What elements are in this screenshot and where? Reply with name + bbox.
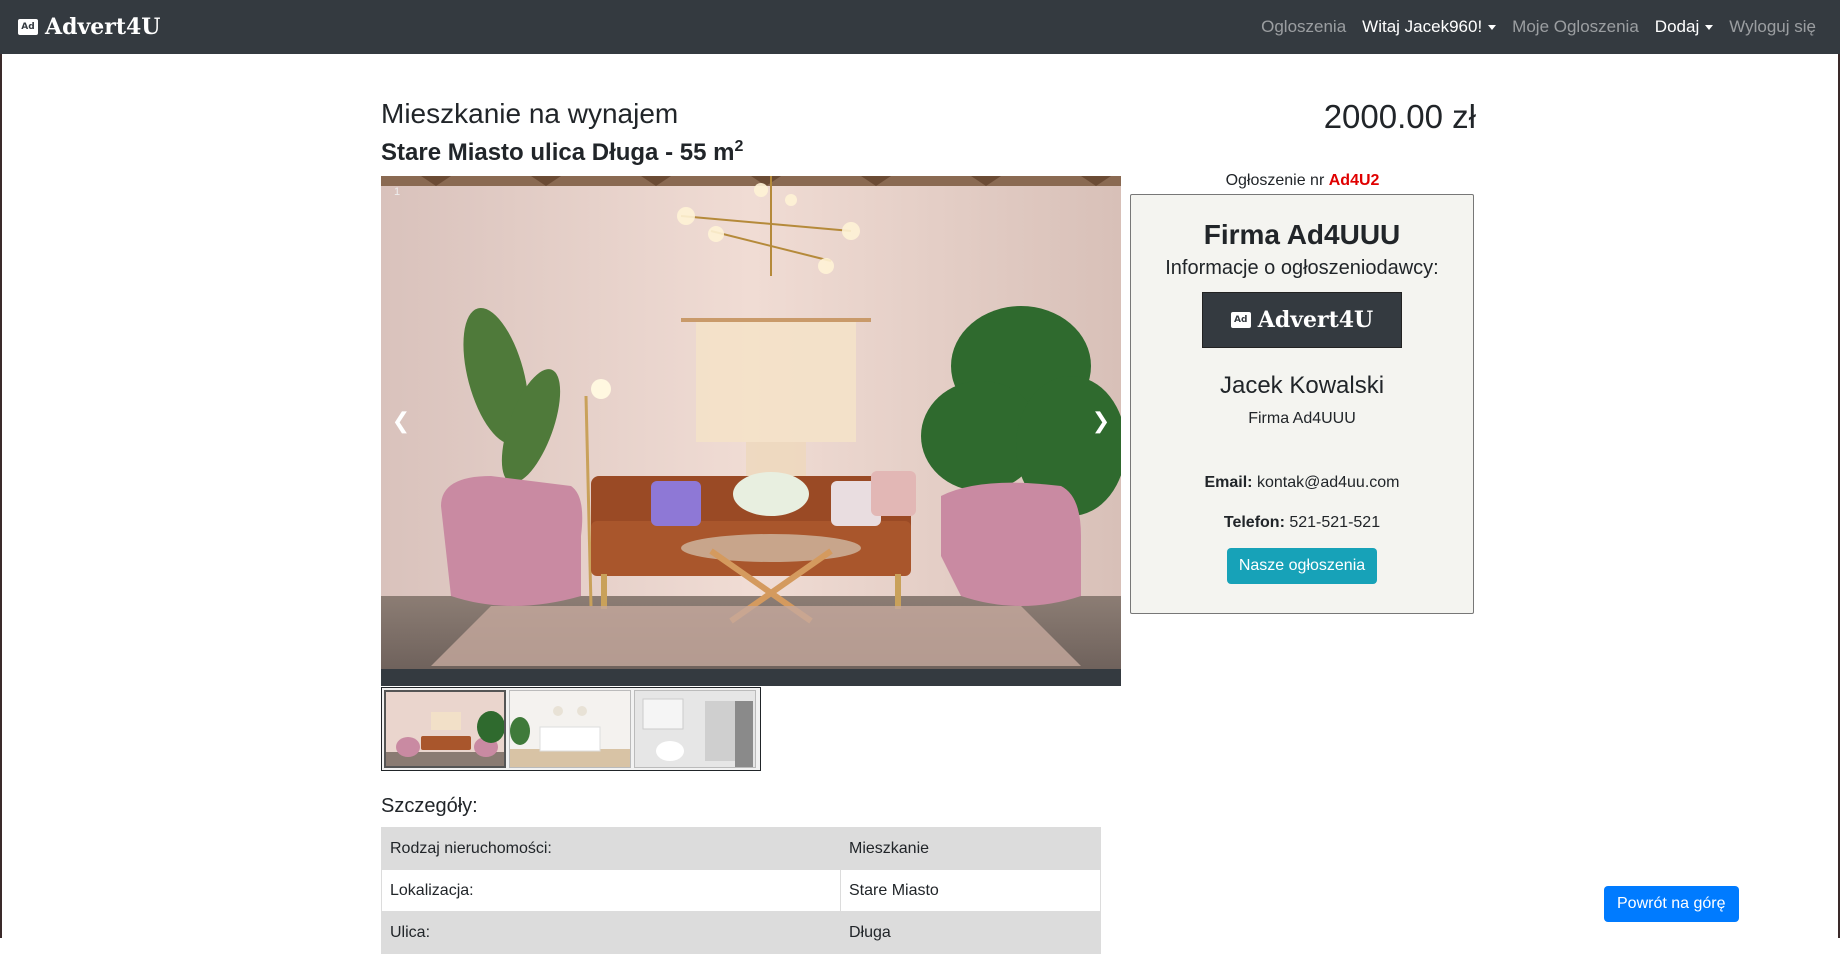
- detail-label: Lokalizacja:: [381, 869, 841, 912]
- advertiser-logo: Ad Advert4U: [1202, 292, 1402, 348]
- table-row: Lokalizacja: Stare Miasto: [381, 869, 1101, 912]
- details-title: Szczegóły:: [381, 795, 478, 817]
- email-label: Email:: [1204, 474, 1253, 491]
- brand-logo[interactable]: Ad Advert4U: [18, 14, 160, 40]
- detail-value: Stare Miasto: [840, 869, 1101, 912]
- thumbnail-kitchen[interactable]: [509, 690, 631, 768]
- thumbnail-living-room-image: [386, 692, 504, 766]
- area-unit-superscript: 2: [734, 138, 744, 155]
- ad-icon: Ad: [1230, 312, 1251, 328]
- details-table: Rodzaj nieruchomości: Mieszkanie Lokaliz…: [381, 827, 1101, 954]
- advertiser-card: Firma Ad4UUU Informacje o ogłoszeniodawc…: [1130, 194, 1474, 614]
- our-listings-button[interactable]: Nasze ogłoszenia: [1226, 548, 1378, 584]
- advertiser-email: Email: kontak@ad4uu.com: [1131, 474, 1473, 492]
- advertiser-info-label: Informacje o ogłoszeniodawcy:: [1165, 257, 1439, 279]
- carousel-next-button[interactable]: ❯: [1081, 381, 1121, 461]
- table-row: Ulica: Długa: [381, 911, 1101, 954]
- ad-number-label: Ogłoszenie nr: [1225, 172, 1325, 189]
- thumbnail-strip: [381, 687, 761, 771]
- thumbnail-bathroom[interactable]: [634, 690, 756, 768]
- advertiser-phone: Telefon: 521-521-521: [1131, 514, 1473, 532]
- slide-number: 1: [394, 186, 401, 198]
- nav-logout[interactable]: Wyloguj się: [1729, 17, 1816, 37]
- brand-name: Advert4U: [45, 14, 161, 40]
- ad-number-value: Ad4U2: [1328, 172, 1380, 189]
- nav-user-label: Witaj Jacek960!: [1362, 17, 1483, 36]
- nav-my-listings[interactable]: Moje Ogloszenia: [1512, 17, 1639, 37]
- advertiser-company: Firma Ad4UUU: [1203, 219, 1401, 250]
- navbar: Ad Advert4U Ogloszenia Witaj Jacek960! M…: [0, 0, 1840, 54]
- chevron-left-icon: ❮: [391, 408, 411, 433]
- caret-down-icon: [1488, 25, 1497, 31]
- chevron-right-icon: ❯: [1091, 408, 1111, 433]
- listing-title: Mieszkanie na wynajem: [381, 98, 679, 129]
- listing-price: 2000.00 zł: [1323, 98, 1476, 135]
- listing-subtitle: Stare Miasto ulica Długa - 55 m2: [381, 138, 743, 167]
- living-room-photo: [381, 176, 1121, 669]
- caret-down-icon: [1705, 25, 1714, 31]
- nav-listings[interactable]: Ogloszenia: [1261, 17, 1346, 37]
- detail-label: Rodzaj nieruchomości:: [381, 827, 841, 870]
- ad-number: Ogłoszenie nr Ad4U2: [1130, 172, 1475, 190]
- advertiser-name: Jacek Kowalski: [1219, 372, 1385, 399]
- advertiser-logo-text: Advert4U: [1257, 307, 1374, 333]
- detail-value: Długa: [840, 911, 1101, 954]
- carousel-prev-button[interactable]: ❮: [381, 381, 421, 461]
- thumbnail-kitchen-image: [510, 691, 630, 767]
- phone-value: 521-521-521: [1289, 514, 1381, 531]
- listing-subtitle-text: Stare Miasto ulica Długa - 55 m: [381, 139, 735, 166]
- advertiser-firm: Firma Ad4UUU: [1248, 410, 1356, 427]
- thumbnail-living-room[interactable]: [384, 690, 506, 768]
- thumbnail-bathroom-image: [635, 691, 755, 767]
- carousel-slide: [381, 176, 1121, 669]
- back-to-top-button[interactable]: Powrót na górę: [1604, 886, 1739, 922]
- nav-user-menu[interactable]: Witaj Jacek960!: [1362, 17, 1497, 37]
- window-left-edge: [0, 0, 2, 938]
- ad-icon: Ad: [18, 19, 38, 35]
- nav-add-menu[interactable]: Dodaj: [1654, 17, 1714, 37]
- nav-add-label: Dodaj: [1654, 17, 1700, 36]
- table-row: Rodzaj nieruchomości: Mieszkanie: [381, 827, 1101, 870]
- email-value: kontak@ad4uu.com: [1256, 474, 1400, 491]
- detail-label: Ulica:: [381, 911, 841, 954]
- nav-links: Ogloszenia Witaj Jacek960! Moje Ogloszen…: [1245, 17, 1816, 37]
- detail-value: Mieszkanie: [840, 827, 1101, 870]
- phone-label: Telefon:: [1223, 514, 1285, 531]
- image-carousel: 1 ❮ ❯: [381, 176, 1121, 686]
